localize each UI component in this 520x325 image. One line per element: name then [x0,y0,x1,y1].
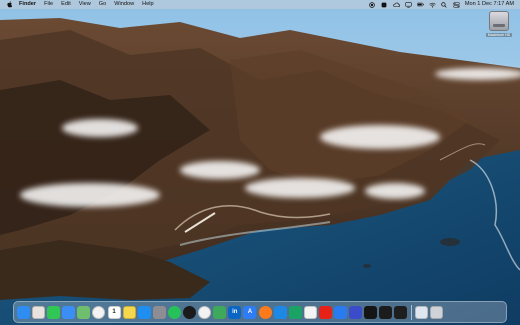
dock-chrome-icon[interactable] [198,305,212,319]
menubar-clock[interactable]: Mon 1 Dec 7:17 AM [465,0,514,9]
dock-terminal-icon[interactable] [379,305,393,319]
drive-label: Macintosh HD [485,33,513,37]
dock-capcut-icon[interactable] [364,305,378,319]
dock-youtube-icon[interactable] [318,305,332,319]
menu-help[interactable]: Help [142,0,154,9]
menu-window[interactable]: Window [114,0,134,9]
dock-system-settings-icon[interactable] [152,305,166,319]
status-menus: Mon 1 Dec 7:17 AM [369,0,514,9]
hard-drive-icon [489,11,509,31]
dock-preview-icon[interactable] [415,305,429,319]
apple-menu-icon[interactable] [7,1,13,8]
menu-edit[interactable]: Edit [61,0,71,9]
menu-bar: Finder File Edit View Go Window Help Mon… [0,0,520,9]
dock-zap-icon[interactable] [288,305,302,319]
menu-file[interactable]: File [44,0,53,9]
dock-calendar-icon[interactable]: 1 [107,305,121,319]
dock-android-studio-icon[interactable] [213,305,227,319]
dock-github-icon[interactable] [183,305,197,319]
dock-translate-icon[interactable]: A [243,305,257,319]
dock-finder-icon[interactable] [17,305,30,319]
dock-messages-icon[interactable] [47,305,61,319]
record-icon[interactable] [369,1,376,8]
dock-calendar-glyph: 1 [112,309,116,315]
dock-vscode-icon[interactable] [273,305,287,319]
menu-finder[interactable]: Finder [19,0,36,9]
dock-firefox-icon[interactable] [258,305,272,319]
dock-claude-icon[interactable] [349,305,363,319]
wallpaper-big-sur [0,0,520,325]
dock-mail-icon[interactable] [62,305,76,319]
dock-photos-icon[interactable] [92,305,106,319]
dock-translate-glyph: A [247,309,253,315]
dock-xcode-icon[interactable] [333,305,347,319]
menu-view[interactable]: View [79,0,91,9]
spotlight-search-icon[interactable] [441,1,448,8]
dock-launchpad-icon[interactable] [32,305,46,319]
dock-whatsapp-icon[interactable] [167,305,181,319]
battery-icon[interactable] [416,1,424,8]
dock-linkedin-glyph: in [232,309,238,315]
control-center-icon[interactable] [453,1,460,8]
dock-slack-icon[interactable] [303,305,317,319]
dock-app-store-icon[interactable] [137,305,151,319]
wifi-icon[interactable] [429,1,436,8]
menu-go[interactable]: Go [99,0,106,9]
cloud-icon[interactable] [393,1,400,8]
dock-maps-icon[interactable] [77,305,91,319]
macintosh-hd-desktop-icon[interactable]: Macintosh HD [484,11,514,45]
display-icon[interactable] [405,1,412,8]
dock-figma-icon[interactable] [394,305,408,319]
dock-separator [411,304,413,320]
dock: 1 in A [13,301,507,323]
app-status-icon[interactable] [381,1,388,8]
dock-notes-icon[interactable] [122,305,136,319]
dock-linkedin-icon[interactable]: in [228,305,242,319]
dock-trash-icon[interactable] [430,305,444,319]
desktop: Finder File Edit View Go Window Help Mon… [0,0,520,325]
